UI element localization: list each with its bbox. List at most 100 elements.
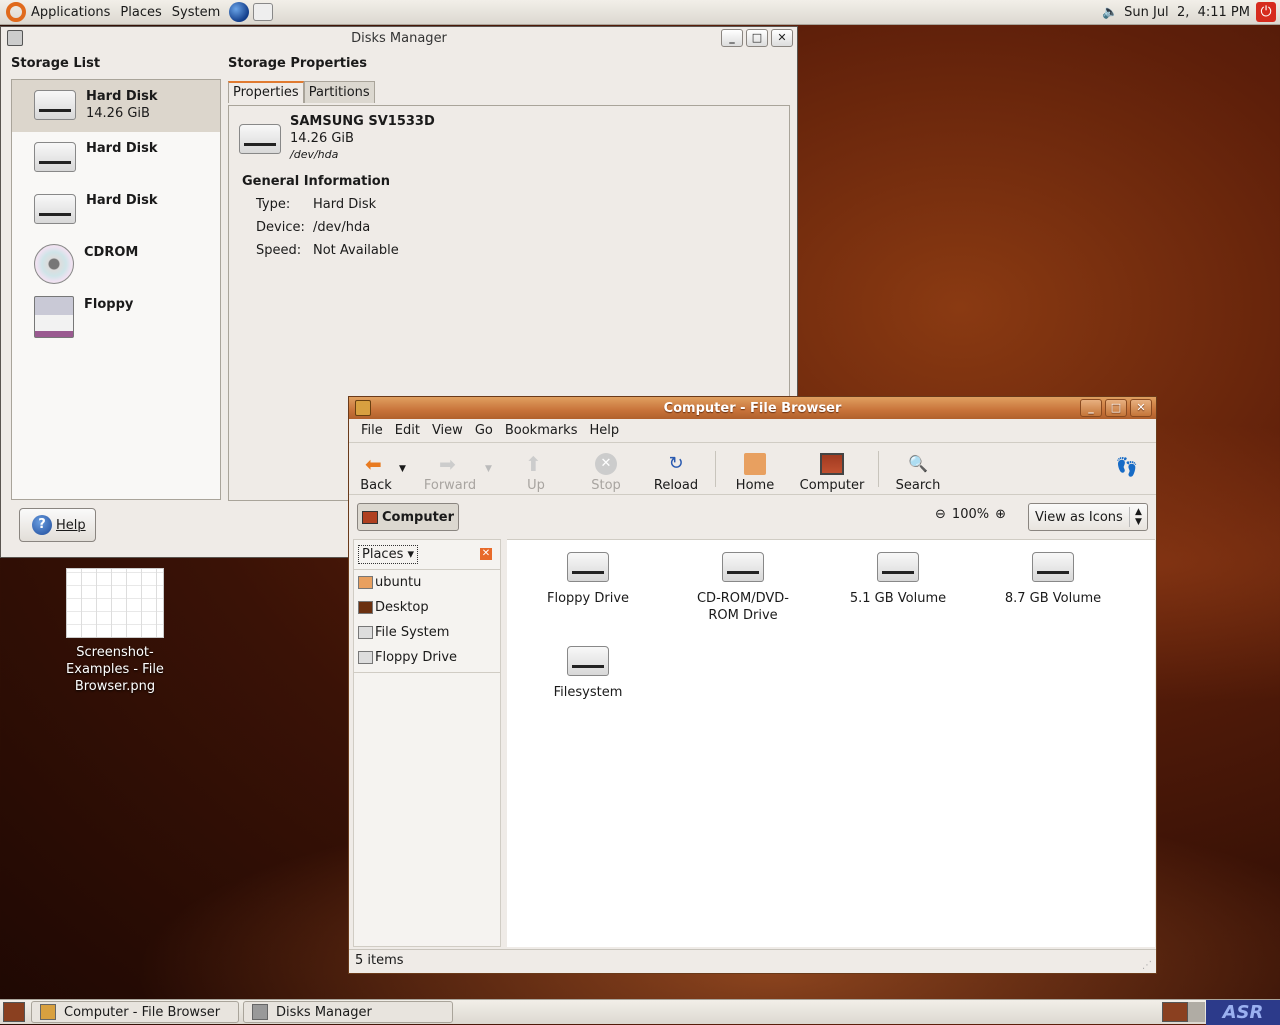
storage-item-size: 14.26 GiB xyxy=(86,106,150,121)
computer-button[interactable]: Computer xyxy=(790,445,874,493)
file-item-filesystem[interactable]: Filesystem xyxy=(513,634,663,701)
harddisk-icon xyxy=(239,124,281,154)
harddisk-icon xyxy=(358,626,373,639)
back-history-dropdown[interactable]: ▼ xyxy=(399,464,415,474)
back-button[interactable]: ⬅ Back xyxy=(353,445,399,493)
file-browser-app-icon[interactable] xyxy=(355,400,371,416)
desktop-file-icon[interactable]: Screenshot-Examples - File Browser.png xyxy=(50,568,180,695)
bottom-panel: Computer - File Browser Disks Manager AS… xyxy=(0,999,1280,1025)
disks-manager-app-icon[interactable] xyxy=(7,30,23,46)
workspace-1[interactable] xyxy=(1162,1002,1188,1022)
minimize-button[interactable]: _ xyxy=(1080,399,1102,417)
volume-icon[interactable]: 🔈 xyxy=(1102,5,1118,20)
storage-item-label: Floppy xyxy=(84,297,134,312)
close-button[interactable]: ✕ xyxy=(771,29,793,47)
storage-item-label: Hard Disk xyxy=(86,89,158,104)
search-button[interactable]: 🔍 Search xyxy=(883,445,953,493)
applications-menu[interactable]: Applications xyxy=(26,5,115,20)
close-button[interactable]: ✕ xyxy=(1130,399,1152,417)
harddisk-icon xyxy=(567,646,609,676)
device-path: /dev/hda xyxy=(290,148,339,161)
close-sidebar-icon[interactable]: ✕ xyxy=(480,548,492,560)
storage-item-harddisk-1[interactable]: Hard Disk 14.26 GiB xyxy=(12,80,220,132)
storage-item-floppy[interactable]: Floppy xyxy=(12,288,220,340)
file-item-cdrom-drive[interactable]: CD-ROM/DVD-ROM Drive xyxy=(668,540,818,624)
floppy-drive-icon xyxy=(358,651,373,664)
general-info-title: General Information xyxy=(242,174,390,189)
forward-history-dropdown[interactable]: ▼ xyxy=(485,464,501,474)
toolbar-separator xyxy=(878,450,879,487)
maximize-button[interactable]: □ xyxy=(1105,399,1127,417)
location-computer-button[interactable]: Computer xyxy=(357,503,460,531)
file-item-floppy-drive[interactable]: Floppy Drive xyxy=(513,540,663,607)
forward-label: Forward xyxy=(423,477,477,493)
taskbar-item-file-browser[interactable]: Computer - File Browser xyxy=(31,1001,239,1023)
drive-icon xyxy=(1032,552,1074,582)
power-icon[interactable]: ⏻ xyxy=(1256,2,1276,22)
disks-manager-app-icon xyxy=(252,1004,268,1020)
storage-item-label: Hard Disk xyxy=(86,193,158,208)
location-bar: Computer ⊖ 100% ⊕ View as Icons ▲ ▼ xyxy=(349,495,1156,539)
drive-icon xyxy=(722,552,764,582)
resize-grip-icon[interactable]: ⋰ xyxy=(1142,960,1152,971)
file-item-5-1-gb-volume[interactable]: 5.1 GB Volume xyxy=(823,540,973,607)
window-title: Computer - File Browser xyxy=(663,400,842,416)
places-menu[interactable]: Places xyxy=(115,5,166,20)
view-mode-select[interactable]: View as Icons ▲ ▼ xyxy=(1028,503,1148,531)
places-dropdown[interactable]: Places ▾ xyxy=(358,545,419,564)
home-folder-icon xyxy=(358,576,373,589)
places-sidebar: Places ▾ ✕ ubuntu Desktop File System Fl… xyxy=(353,539,501,947)
menu-go[interactable]: Go xyxy=(469,423,499,438)
up-label: Up xyxy=(527,477,545,493)
storage-item-cdrom[interactable]: CDROM xyxy=(12,236,220,288)
computer-icon xyxy=(820,452,844,475)
menu-bookmarks[interactable]: Bookmarks xyxy=(499,423,584,438)
clock[interactable]: Sun Jul 2, 4:11 PM xyxy=(1124,5,1250,20)
tab-properties[interactable]: Properties xyxy=(228,81,304,103)
up-button[interactable]: ⬆ Up xyxy=(501,445,571,493)
ubuntu-logo-icon[interactable] xyxy=(6,2,26,22)
place-file-system[interactable]: File System xyxy=(354,620,500,645)
file-browser-titlebar[interactable]: Computer - File Browser _ □ ✕ xyxy=(349,397,1156,419)
task-label: Disks Manager xyxy=(276,1004,372,1020)
taskbar-item-disks-manager[interactable]: Disks Manager xyxy=(243,1001,453,1023)
storage-list[interactable]: Hard Disk 14.26 GiB Hard Disk Hard Disk C… xyxy=(11,79,221,500)
place-desktop[interactable]: Desktop xyxy=(354,595,500,620)
mail-client-icon[interactable] xyxy=(253,3,274,21)
location-label: Computer xyxy=(382,509,455,525)
place-ubuntu[interactable]: ubuntu xyxy=(354,570,500,595)
disks-manager-titlebar[interactable]: Disks Manager _ □ ✕ xyxy=(1,27,797,49)
menu-edit[interactable]: Edit xyxy=(389,423,426,438)
workspace-2[interactable] xyxy=(1188,1002,1205,1022)
file-item-8-7-gb-volume[interactable]: 8.7 GB Volume xyxy=(978,540,1128,607)
help-icon: ? xyxy=(32,515,52,535)
storage-item-harddisk-3[interactable]: Hard Disk xyxy=(12,184,220,236)
menu-help[interactable]: Help xyxy=(583,423,625,438)
window-title: Disks Manager xyxy=(351,30,447,46)
reload-button[interactable]: ↻ Reload xyxy=(641,445,711,493)
storage-properties-title: Storage Properties xyxy=(228,56,367,71)
menu-file[interactable]: File xyxy=(355,423,389,438)
forward-button[interactable]: ➡ Forward xyxy=(415,445,485,493)
system-menu[interactable]: System xyxy=(167,5,225,20)
tab-partitions[interactable]: Partitions xyxy=(303,81,375,103)
places-label: Places xyxy=(362,547,404,562)
icon-view[interactable]: Floppy Drive CD-ROM/DVD-ROM Drive 5.1 GB… xyxy=(507,539,1155,947)
file-item-label: 5.1 GB Volume xyxy=(849,591,947,606)
zoom-level[interactable]: 100% xyxy=(952,507,989,522)
help-button[interactable]: ? Help xyxy=(19,508,96,542)
maximize-button[interactable]: □ xyxy=(746,29,768,47)
menu-view[interactable]: View xyxy=(426,423,469,438)
harddisk-icon xyxy=(34,90,76,120)
show-desktop-icon[interactable] xyxy=(3,1002,25,1022)
storage-list-title: Storage List xyxy=(11,56,101,71)
storage-item-harddisk-2[interactable]: Hard Disk xyxy=(12,132,220,184)
place-floppy-drive[interactable]: Floppy Drive xyxy=(354,645,500,670)
zoom-out-icon[interactable]: ⊖ xyxy=(935,507,946,522)
minimize-button[interactable]: _ xyxy=(721,29,743,47)
zoom-in-icon[interactable]: ⊕ xyxy=(995,507,1006,522)
stop-button[interactable]: ✕ Stop xyxy=(571,445,641,493)
harddisk-icon xyxy=(34,194,76,224)
web-browser-icon[interactable] xyxy=(229,2,250,22)
home-button[interactable]: Home xyxy=(720,445,790,493)
